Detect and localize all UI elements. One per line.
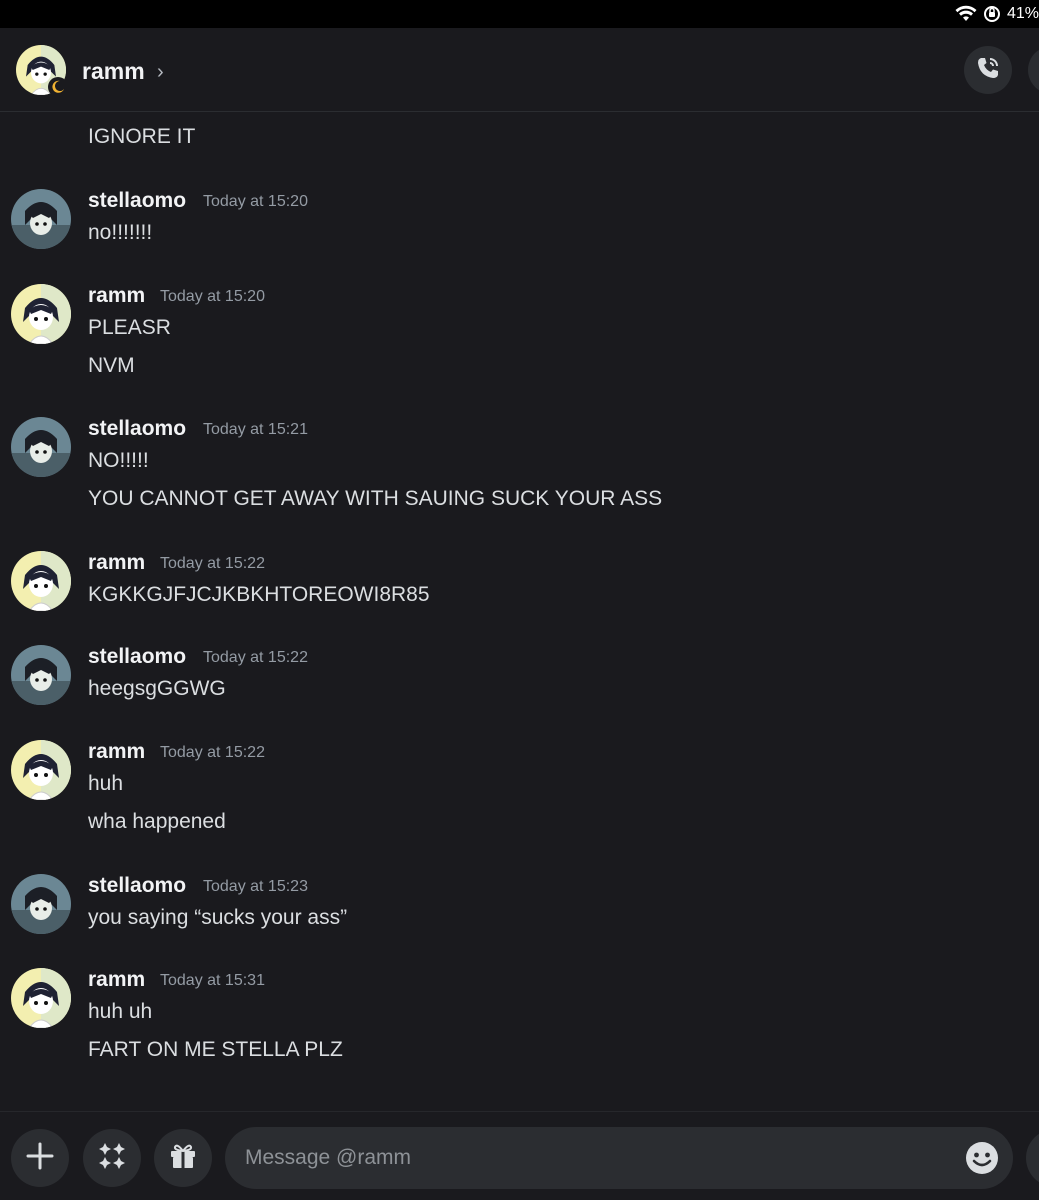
header-avatar[interactable] <box>16 45 68 97</box>
emoji-button[interactable] <box>964 1140 1000 1176</box>
message-timestamp: Today at 15:20 <box>160 288 265 305</box>
author-name[interactable]: stellaomo <box>88 189 186 213</box>
message-timestamp: Today at 15:31 <box>160 972 265 989</box>
dm-header: ramm › <box>0 28 1039 112</box>
message-text: huh <box>88 772 124 795</box>
message-text: NVM <box>88 354 135 377</box>
message-text: no!!!!!!! <box>88 221 153 244</box>
message-text: KGKKGJFJCJKBKHTOREOWI8R85 <box>88 583 430 606</box>
gift-button[interactable] <box>154 1129 212 1187</box>
author-name[interactable]: ramm <box>88 551 145 575</box>
phone-call-icon <box>975 55 1001 86</box>
message-timestamp: Today at 15:22 <box>160 555 265 572</box>
message-timestamp: Today at 15:22 <box>160 744 265 761</box>
add-attachment-button[interactable] <box>11 1129 69 1187</box>
battery-percentage: 41% <box>1006 5 1039 22</box>
avatar[interactable] <box>11 284 71 344</box>
message-text: FART ON ME STELLA PLZ <box>88 1038 343 1061</box>
author-name[interactable]: stellaomo <box>88 417 186 441</box>
author-name[interactable]: ramm <box>88 740 145 764</box>
message-timestamp: Today at 15:20 <box>203 193 308 210</box>
message-timestamp: Today at 15:23 <box>203 878 308 895</box>
status-bar: 41% <box>0 0 1039 28</box>
message-timestamp: Today at 15:22 <box>203 649 308 666</box>
gift-icon <box>168 1141 198 1176</box>
author-name[interactable]: stellaomo <box>88 645 186 669</box>
avatar[interactable] <box>11 645 71 705</box>
avatar[interactable] <box>11 551 71 611</box>
message-text: wha happened <box>88 810 226 833</box>
wifi-icon <box>955 5 977 23</box>
message-text: PLEASR <box>88 316 171 339</box>
message-list[interactable]: IGNORE IT stellaomo Today at 15:20 no!!!… <box>0 113 1039 1111</box>
avatar[interactable] <box>11 189 71 249</box>
message-text: you saying “sucks your ass” <box>88 906 348 929</box>
avatar[interactable] <box>11 740 71 800</box>
avatar[interactable] <box>11 417 71 477</box>
message-text: IGNORE IT <box>88 125 196 148</box>
message-text: YOU CANNOT GET AWAY WITH SAUING SUCK YOU… <box>88 487 663 510</box>
author-name[interactable]: stellaomo <box>88 874 186 898</box>
message-text: NO!!!!! <box>88 449 149 472</box>
avatar[interactable] <box>11 968 71 1028</box>
message-input[interactable] <box>225 1127 1013 1189</box>
emoji-icon <box>964 1142 1000 1180</box>
message-text: heegsgGGWG <box>88 677 226 700</box>
voice-call-button[interactable] <box>964 46 1012 94</box>
author-name[interactable]: ramm <box>88 968 145 992</box>
orientation-lock-icon <box>983 5 1001 23</box>
voice-message-button[interactable] <box>1026 1129 1039 1187</box>
moon-icon <box>48 77 68 97</box>
plus-icon <box>25 1141 55 1176</box>
apps-button[interactable] <box>83 1129 141 1187</box>
author-name[interactable]: ramm <box>88 284 145 308</box>
apps-sparkle-icon <box>96 1140 128 1177</box>
chevron-right-icon[interactable]: › <box>157 61 164 84</box>
avatar[interactable] <box>11 874 71 934</box>
message-timestamp: Today at 15:21 <box>203 421 308 438</box>
message-text: huh uh <box>88 1000 153 1023</box>
more-options-button[interactable] <box>1028 46 1039 94</box>
message-composer <box>0 1111 1039 1200</box>
header-title[interactable]: ramm <box>82 58 145 85</box>
